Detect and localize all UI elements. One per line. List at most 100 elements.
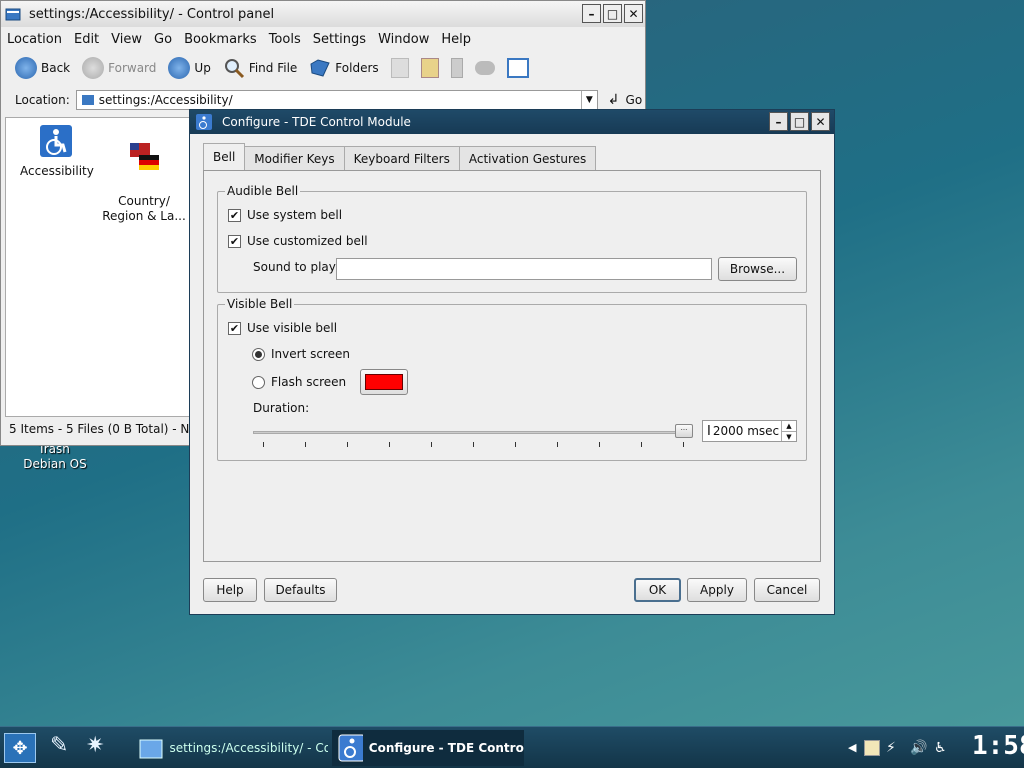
invert-screen-row[interactable]: Invert screen: [252, 347, 350, 361]
ok-button[interactable]: OK: [634, 578, 681, 602]
audible-bell-title: Audible Bell: [225, 184, 301, 198]
tab-activation-gestures[interactable]: Activation Gestures: [458, 146, 597, 170]
paste-button[interactable]: [420, 58, 439, 78]
forward-button[interactable]: Forward: [82, 57, 156, 79]
location-label: Location:: [15, 93, 70, 107]
file-view[interactable]: Accessibility Country/ Region & La...: [5, 117, 191, 417]
chevron-down-icon[interactable]: ▼: [580, 91, 597, 109]
country-region-item[interactable]: Country/ Region & La...: [102, 124, 186, 224]
go-button[interactable]: Go: [626, 93, 643, 107]
defaults-button[interactable]: Defaults: [264, 578, 337, 602]
close-button[interactable]: ✕: [624, 4, 643, 23]
use-customized-bell-checkbox[interactable]: ✔: [228, 234, 241, 248]
arrow-up-icon: [168, 57, 191, 79]
desktop-debian-label[interactable]: Debian OS: [20, 457, 90, 471]
menu-help[interactable]: Help: [441, 32, 471, 47]
copy-button[interactable]: [390, 58, 409, 78]
find-file-button[interactable]: Find File: [223, 57, 297, 79]
paste-icon: [420, 58, 439, 78]
use-visible-bell-checkbox[interactable]: ✔: [228, 321, 241, 335]
trash-icon: [450, 58, 463, 78]
slider-tick: [305, 442, 306, 447]
sound-label: Sound to play:: [253, 260, 340, 274]
back-button[interactable]: Back: [15, 57, 70, 79]
konqueror-title: settings:/Accessibility/ - Control panel: [29, 6, 275, 22]
star-launcher-icon[interactable]: ✷: [86, 733, 116, 763]
trash-button[interactable]: [450, 58, 463, 78]
sound-input[interactable]: [336, 258, 712, 280]
use-visible-bell-row[interactable]: ✔ Use visible bell: [228, 321, 337, 335]
klipper-icon[interactable]: [864, 740, 880, 756]
accessibility-item[interactable]: Accessibility: [20, 124, 94, 178]
konqueror-titlebar[interactable]: settings:/Accessibility/ - Control panel…: [1, 1, 645, 27]
folder-icon: [5, 8, 21, 21]
task-configure[interactable]: Configure - TDE Control M: [332, 730, 524, 766]
up-button[interactable]: Up: [168, 57, 211, 79]
duration-spinbox[interactable]: I 2000 msec ▲ ▼: [702, 420, 797, 442]
duration-value[interactable]: 2000 msec: [713, 424, 779, 438]
folder-icon: [81, 95, 94, 105]
network-icon[interactable]: ⚡: [886, 740, 902, 756]
reload-button[interactable]: [474, 61, 495, 75]
invert-screen-radio[interactable]: [252, 347, 265, 361]
slider-tick: [473, 442, 474, 447]
menu-go[interactable]: Go: [154, 32, 172, 47]
menu-view[interactable]: View: [111, 32, 142, 47]
slider-handle[interactable]: ···: [675, 424, 693, 438]
copy-icon: [390, 58, 409, 78]
flash-color-button[interactable]: [360, 369, 408, 395]
clock[interactable]: 1:58: [972, 731, 1024, 761]
cancel-button[interactable]: Cancel: [754, 578, 820, 602]
color-swatch: [365, 374, 403, 390]
dialog-titlebar[interactable]: Configure - TDE Control Module – □ ✕: [190, 110, 834, 134]
view-mode-button[interactable]: [506, 58, 529, 78]
tray-expand-icon[interactable]: ◀: [848, 740, 864, 756]
spin-up-icon[interactable]: ▲: [782, 421, 796, 432]
folders-button[interactable]: Folders: [309, 57, 379, 79]
bell-tab-page: Audible Bell ✔ Use system bell ✔ Use cus…: [203, 170, 821, 562]
menu-tools[interactable]: Tools: [269, 32, 301, 47]
menu-icon: ✥: [12, 737, 28, 759]
use-system-bell-checkbox[interactable]: ✔: [228, 208, 241, 222]
menubar: Location Edit View Go Bookmarks Tools Se…: [1, 28, 645, 50]
slider-tick: [347, 442, 348, 447]
accessibility-icon: [338, 734, 363, 762]
slider-tick: [599, 442, 600, 447]
task-konqueror[interactable]: settings:/Accessibility/ - Cont: [132, 730, 328, 766]
minimize-button[interactable]: –: [582, 4, 601, 23]
slider-tick: [683, 442, 684, 447]
status-bar: 5 Items - 5 Files (0 B Total) - No Fo: [5, 419, 191, 439]
flash-screen-row[interactable]: Flash screen: [252, 375, 346, 389]
flags-icon: [130, 143, 159, 170]
tab-keyboard-filters[interactable]: Keyboard Filters: [343, 146, 460, 170]
start-menu-button[interactable]: ✥: [4, 733, 36, 763]
location-input[interactable]: settings:/Accessibility/ ▼: [75, 90, 598, 110]
use-customized-bell-row[interactable]: ✔ Use customized bell: [228, 234, 368, 248]
minimize-button[interactable]: –: [769, 112, 788, 131]
use-system-bell-row[interactable]: ✔ Use system bell: [228, 208, 342, 222]
arrow-left-icon: [15, 57, 37, 79]
tab-modifier-keys[interactable]: Modifier Keys: [244, 146, 345, 170]
menu-bookmarks[interactable]: Bookmarks: [184, 32, 257, 47]
close-button[interactable]: ✕: [811, 112, 830, 131]
slider-tick: [641, 442, 642, 447]
maximize-button[interactable]: □: [603, 4, 622, 23]
slider-tick: [431, 442, 432, 447]
tab-bell[interactable]: Bell: [203, 143, 246, 170]
flash-screen-radio[interactable]: [252, 375, 265, 389]
spin-down-icon[interactable]: ▼: [782, 432, 796, 442]
browse-button[interactable]: Browse...: [718, 257, 797, 281]
enter-icon[interactable]: ↲: [608, 92, 620, 108]
accessibility-tray-icon[interactable]: ♿: [934, 740, 950, 756]
help-button[interactable]: Help: [203, 578, 257, 602]
menu-settings[interactable]: Settings: [313, 32, 366, 47]
editor-launcher-icon[interactable]: ✎: [50, 733, 80, 763]
menu-window[interactable]: Window: [378, 32, 429, 47]
volume-icon[interactable]: 🔊: [910, 740, 927, 756]
text-cursor-icon: I: [707, 423, 711, 439]
duration-slider[interactable]: ···: [253, 424, 693, 451]
menu-edit[interactable]: Edit: [74, 32, 99, 47]
maximize-button[interactable]: □: [790, 112, 809, 131]
apply-button[interactable]: Apply: [687, 578, 747, 602]
menu-location[interactable]: Location: [7, 32, 62, 47]
